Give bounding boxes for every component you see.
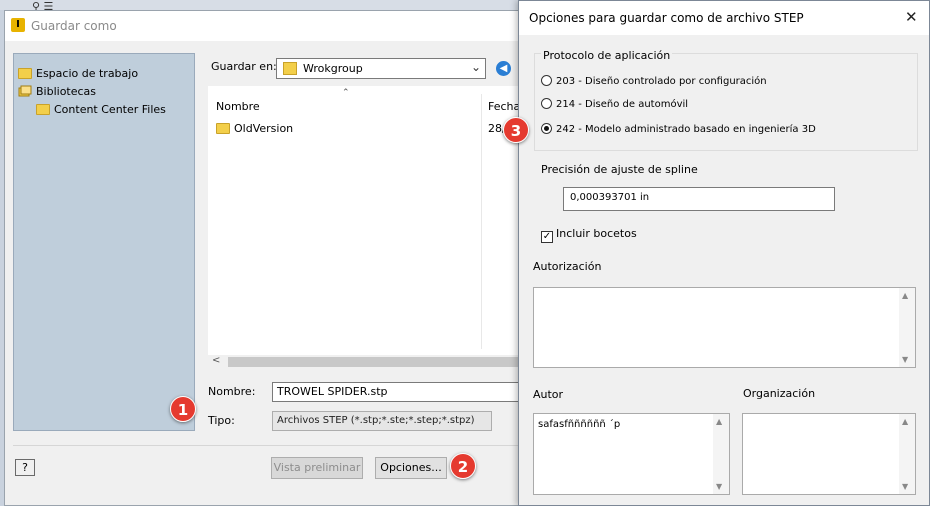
- place-content-center[interactable]: Content Center Files: [36, 102, 166, 118]
- authorization-textarea[interactable]: ▲ ▼: [533, 287, 916, 368]
- save-as-dialog: I Guardar como Espacio de trabajo Biblio…: [4, 10, 552, 506]
- author-value: safasfññññññ ´p: [538, 419, 621, 430]
- place-libraries[interactable]: Bibliotecas: [18, 84, 96, 100]
- radio-protocol-242[interactable]: 242 - Modelo administrado basado en inge…: [541, 122, 816, 138]
- column-header-name[interactable]: Nombre: [216, 100, 260, 113]
- radio-label: 242 - Modelo administrado basado en inge…: [556, 124, 816, 135]
- radio-label: 203 - Diseño controlado por configuració…: [556, 76, 767, 87]
- vertical-scrollbar[interactable]: ▲ ▼: [899, 414, 915, 494]
- options-button[interactable]: Opciones...: [375, 457, 447, 479]
- authorization-label: Autorización: [533, 260, 602, 273]
- save-in-dropdown[interactable]: Wrokgroup ⌄: [276, 58, 486, 79]
- step-dialog-titlebar: Opciones para guardar como de archivo ST…: [519, 1, 929, 35]
- place-label: Content Center Files: [54, 103, 166, 116]
- save-dialog-titlebar: I Guardar como: [5, 11, 543, 41]
- chevron-down-icon: ⌄: [470, 60, 481, 74]
- include-sketches-label: Incluir bocetos: [556, 227, 637, 240]
- organization-textarea[interactable]: ▲ ▼: [742, 413, 916, 495]
- inventor-app-icon: I: [11, 18, 25, 32]
- folder-icon: [283, 62, 297, 75]
- callout-badge-2: 2: [450, 453, 476, 479]
- chevron-down-icon[interactable]: ▼: [902, 482, 908, 491]
- libraries-icon: [18, 85, 32, 97]
- chevron-down-icon[interactable]: ▼: [716, 482, 722, 491]
- scrollbar-thumb[interactable]: [228, 357, 528, 367]
- place-workspace[interactable]: Espacio de trabajo: [18, 66, 138, 82]
- step-dialog-title: Opciones para guardar como de archivo ST…: [529, 11, 804, 25]
- save-in-label: Guardar en:: [211, 60, 277, 73]
- save-in-value: Wrokgroup: [303, 62, 363, 75]
- file-list: ⌃ Nombre Fecha d OldVersion 28/0: [208, 86, 549, 369]
- chevron-up-icon[interactable]: ▲: [902, 291, 908, 300]
- radio-label: 214 - Diseño de automóvil: [556, 99, 689, 110]
- radio-button-selected[interactable]: [541, 123, 552, 134]
- author-textarea[interactable]: safasfññññññ ´p ▲ ▼: [533, 413, 730, 495]
- preview-button[interactable]: Vista preliminar: [271, 457, 363, 479]
- folder-icon: [36, 104, 50, 115]
- vertical-scrollbar[interactable]: ▲ ▼: [713, 414, 729, 494]
- filetype-select[interactable]: Archivos STEP (*.stp;*.ste;*.step;*.stpz…: [272, 411, 492, 431]
- folder-icon: [18, 68, 32, 79]
- callout-badge-3: 3: [503, 117, 529, 143]
- close-icon[interactable]: ✕: [905, 8, 918, 26]
- protocol-label: Protocolo de aplicación: [541, 49, 673, 62]
- place-label: Bibliotecas: [36, 85, 97, 98]
- radio-protocol-203[interactable]: 203 - Diseño controlado por configuració…: [541, 74, 767, 90]
- chevron-left-icon[interactable]: <: [212, 355, 220, 366]
- back-arrow-icon[interactable]: ◀: [496, 61, 511, 76]
- place-label: Espacio de trabajo: [36, 67, 139, 80]
- callout-badge-1: 1: [170, 396, 196, 422]
- column-divider: [481, 94, 482, 349]
- spline-precision-label: Precisión de ajuste de spline: [541, 163, 698, 176]
- chevron-up-icon[interactable]: ▲: [902, 417, 908, 426]
- radio-protocol-214[interactable]: 214 - Diseño de automóvil: [541, 97, 688, 113]
- include-sketches-checkbox[interactable]: ✓ Incluir bocetos: [541, 227, 637, 243]
- author-label: Autor: [533, 388, 564, 401]
- folder-icon: [216, 123, 230, 134]
- spline-precision-input[interactable]: 0,000393701 in: [563, 187, 835, 211]
- file-row[interactable]: OldVersion: [216, 122, 293, 140]
- sort-up-icon: ⌃: [342, 88, 350, 98]
- filename-label: Nombre:: [208, 385, 256, 398]
- radio-button[interactable]: [541, 98, 552, 109]
- help-button[interactable]: ?: [15, 459, 35, 476]
- step-options-dialog: Opciones para guardar como de archivo ST…: [518, 0, 930, 506]
- chevron-down-icon[interactable]: ▼: [902, 355, 908, 364]
- divider: [13, 445, 543, 446]
- checkmark-icon[interactable]: ✓: [541, 231, 553, 243]
- places-panel: Espacio de trabajo Bibliotecas Content C…: [13, 53, 195, 431]
- chevron-up-icon[interactable]: ▲: [716, 417, 722, 426]
- horizontal-scrollbar[interactable]: <: [208, 355, 549, 369]
- organization-label: Organización: [743, 387, 816, 400]
- vertical-scrollbar[interactable]: ▲ ▼: [899, 288, 915, 367]
- file-name: OldVersion: [234, 122, 294, 135]
- save-dialog-title: Guardar como: [31, 19, 117, 33]
- filetype-label: Tipo:: [208, 414, 235, 427]
- filename-input[interactable]: TROWEL SPIDER.stp: [272, 382, 552, 402]
- radio-button[interactable]: [541, 75, 552, 86]
